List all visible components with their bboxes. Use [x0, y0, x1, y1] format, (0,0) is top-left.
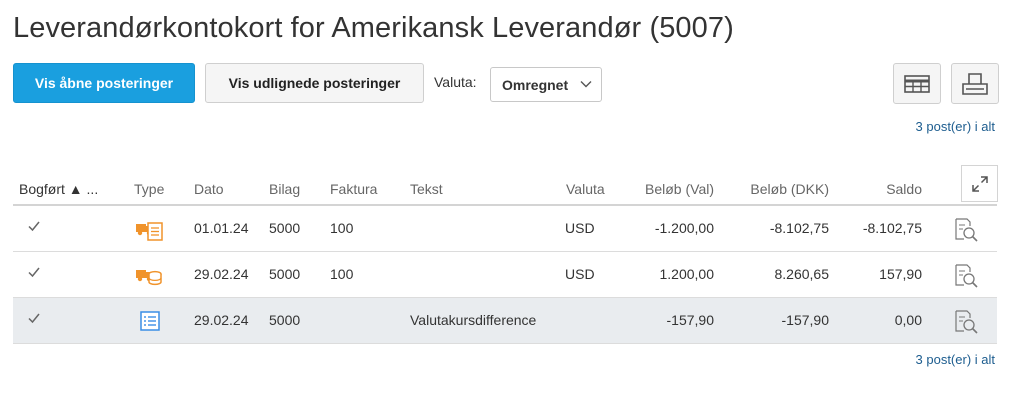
- column-header-text[interactable]: Tekst: [410, 181, 443, 197]
- row-voucher: 5000: [269, 312, 301, 328]
- print-button[interactable]: [951, 63, 999, 104]
- show-cleared-items-button[interactable]: Vis udlignede posteringer: [205, 63, 424, 103]
- page-title: Leverandørkontokort for Amerikansk Lever…: [13, 12, 734, 44]
- item-count-bottom: 3 post(er) i alt: [915, 352, 995, 367]
- column-header-balance[interactable]: Saldo: [842, 181, 922, 197]
- column-header-amount-currency[interactable]: Beløb (Val): [614, 181, 714, 197]
- row-date: 01.01.24: [194, 220, 249, 236]
- row-amount-currency: 1.200,00: [659, 266, 715, 282]
- document-lookup-icon[interactable]: [953, 217, 979, 243]
- print-icon: [962, 72, 988, 95]
- row-date: 29.02.24: [194, 312, 249, 328]
- currency-select[interactable]: Omregnet: [490, 67, 602, 102]
- invoice-truck-icon: [136, 222, 163, 241]
- show-open-items-button[interactable]: Vis åbne posteringer: [13, 63, 195, 103]
- column-header-posted[interactable]: Bogført ▲ ...: [19, 181, 98, 197]
- column-header-amount-dkk[interactable]: Beløb (DKK): [719, 181, 829, 197]
- column-header-date[interactable]: Dato: [194, 181, 224, 197]
- journal-document-icon: [140, 311, 160, 331]
- row-balance: 157,90: [879, 266, 922, 282]
- item-count-top: 3 post(er) i alt: [915, 119, 995, 134]
- expand-icon: [971, 175, 988, 192]
- column-header-invoice[interactable]: Faktura: [330, 181, 377, 197]
- row-balance: -8.102,75: [862, 220, 922, 236]
- expand-table-button[interactable]: [961, 165, 998, 202]
- row-text: Valutakursdifference: [410, 312, 537, 328]
- row-invoice: 100: [330, 266, 354, 282]
- row-date: 29.02.24: [194, 266, 249, 282]
- column-header-posted-label: Bogført: [19, 181, 65, 197]
- currency-label: Valuta:: [434, 74, 477, 90]
- column-header-type[interactable]: Type: [134, 181, 164, 197]
- row-amount-dkk: 8.260,65: [774, 266, 830, 282]
- row-voucher: 5000: [269, 266, 301, 282]
- row-amount-currency: -1.200,00: [654, 220, 714, 236]
- row-amount-currency: -157,90: [666, 312, 714, 328]
- row-amount-dkk: -157,90: [781, 312, 829, 328]
- row-invoice: 100: [330, 220, 354, 236]
- posted-check-icon: [28, 221, 40, 232]
- column-header-voucher[interactable]: Bilag: [269, 181, 300, 197]
- posted-check-icon: [28, 267, 40, 278]
- table-settings-button[interactable]: [893, 63, 941, 104]
- row-currency: USD: [565, 266, 595, 282]
- sort-ascending-icon: ▲ ...: [68, 181, 99, 197]
- column-header-currency[interactable]: Valuta: [566, 181, 605, 197]
- table-row[interactable]: 01.01.24 5000 100 USD -1.200,00 -8.102,7…: [13, 206, 997, 252]
- row-balance: 0,00: [894, 312, 922, 328]
- chevron-down-icon: [580, 81, 592, 88]
- row-currency: USD: [565, 220, 595, 236]
- row-amount-dkk: -8.102,75: [769, 220, 829, 236]
- document-lookup-icon[interactable]: [953, 263, 979, 289]
- document-lookup-icon[interactable]: [953, 309, 979, 335]
- table-row[interactable]: 29.02.24 5000 Valutakursdifference -157,…: [13, 298, 997, 344]
- payment-truck-icon: [136, 270, 162, 286]
- posted-check-icon: [28, 313, 40, 324]
- currency-select-value: Omregnet: [502, 76, 569, 93]
- row-voucher: 5000: [269, 220, 301, 236]
- table-settings-icon: [904, 74, 930, 93]
- table-row[interactable]: 29.02.24 5000 100 USD 1.200,00 8.260,65 …: [13, 252, 997, 298]
